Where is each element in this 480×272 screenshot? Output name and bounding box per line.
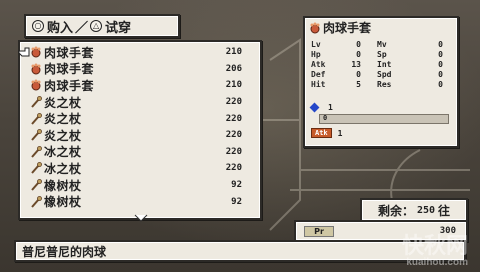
item-name: 肉球手套	[44, 62, 95, 77]
stat-k2: Sp	[377, 50, 387, 59]
item-name: 肉球手套	[44, 45, 95, 60]
item-price: 92	[231, 196, 242, 207]
watermark-main: 快秋网	[401, 233, 468, 258]
item-name: 炎之杖	[44, 128, 82, 143]
stat-v1: 5	[356, 80, 361, 89]
list-item[interactable]: 肉球手套 210	[20, 44, 256, 61]
status-item-name: 肉球手套	[323, 21, 372, 35]
stat-k2: Int	[377, 60, 392, 69]
item-price: 220	[225, 146, 242, 157]
atk-row: Atk 1	[311, 128, 342, 138]
experience-bar	[319, 114, 449, 124]
item-price: 220	[225, 97, 242, 108]
bar-value: 0	[323, 114, 328, 122]
gem-count: 1	[328, 103, 333, 112]
remaining-count: 250	[416, 204, 436, 216]
list-item[interactable]: 肉球手套 206	[20, 61, 256, 78]
staff-icon	[31, 179, 42, 191]
staff-icon	[31, 112, 42, 125]
remaining-label: 剩余：	[377, 203, 414, 218]
shop-mode-tab[interactable]: ○ 购入 ／ △ 试穿	[24, 14, 180, 38]
staff-icon	[31, 195, 42, 208]
item-price: 220	[225, 113, 242, 124]
stat-v2: 0	[438, 50, 443, 59]
stat-v1: 0	[356, 50, 361, 59]
list-item[interactable]: 冰之杖 220	[20, 144, 256, 161]
list-item[interactable]: 炎之杖 220	[20, 127, 256, 144]
watermark-sub: kuaihou.com	[406, 257, 468, 268]
item-price: 206	[225, 63, 242, 74]
item-name: 橡树杖	[44, 195, 82, 210]
stat-line: Def 0 Spd 0	[311, 70, 453, 80]
stat-v1: 0	[356, 70, 361, 79]
list-item[interactable]: 炎之杖 220	[20, 94, 256, 111]
stat-k1: Lv	[311, 40, 321, 49]
item-name: 冰之杖	[44, 145, 82, 160]
description-text: 普尼普尼的肉球	[22, 244, 107, 259]
item-name: 炎之杖	[44, 112, 82, 127]
list-item[interactable]: 冰之杖 220	[20, 160, 256, 177]
staff-icon	[31, 145, 42, 158]
list-item[interactable]: 炎之杖 220	[20, 110, 256, 127]
paw-glove-icon	[31, 63, 41, 75]
item-name: 肉球手套	[44, 78, 95, 93]
stat-line: Atk 13 Int 0	[311, 60, 453, 70]
triangle-button-icon: △	[90, 20, 103, 32]
circle-button-icon: ○	[32, 20, 44, 32]
stat-k1: Atk	[311, 60, 326, 69]
pr-badge: Pr	[304, 225, 334, 237]
item-list: 肉球手套 210 肉球手套 206 肉球手套 210 炎之杖 220 炎之杖 220 炎之杖 220 冰…	[18, 40, 262, 222]
remaining-unit: 往	[438, 203, 451, 218]
item-price: 220	[225, 163, 242, 174]
paw-glove-icon	[31, 79, 41, 91]
stat-line: Lv 0 Mv 0	[311, 40, 453, 50]
staff-icon	[31, 162, 42, 175]
scroll-down-arrow-icon[interactable]	[134, 214, 148, 222]
stat-v2: 0	[438, 40, 443, 49]
item-name: 冰之杖	[44, 161, 82, 176]
item-status-panel: 肉球手套 Lv 0 Mv 0 Hp 0 Sp 0 Atk 13 Int 0 Def 0 Spd 0 Hit 5 Re…	[303, 16, 459, 148]
stat-v1: 0	[356, 40, 361, 49]
stat-v2: 0	[438, 60, 443, 69]
stat-v1: 13	[351, 60, 361, 69]
status-title: 肉球手套	[309, 19, 371, 36]
paw-glove-icon	[31, 46, 41, 58]
stat-grid: Lv 0 Mv 0 Hp 0 Sp 0 Atk 13 Int 0 Def 0 Spd 0 Hit 5 Res 0	[311, 40, 453, 90]
stat-k2: Mv	[377, 40, 387, 49]
item-price: 210	[225, 80, 242, 91]
staff-icon	[31, 129, 42, 141]
stat-k1: Def	[311, 70, 326, 79]
staff-icon	[31, 96, 42, 108]
gem-icon	[309, 102, 320, 113]
stat-v2: 0	[438, 80, 443, 89]
item-price: 210	[225, 47, 242, 58]
stat-k1: Hp	[311, 50, 321, 59]
try-on-label[interactable]: 试穿	[105, 17, 131, 36]
list-item[interactable]: 橡树杖 92	[20, 177, 256, 194]
list-item[interactable]: 橡树杖 92	[20, 193, 256, 210]
separator: ／	[75, 20, 89, 36]
stat-v2: 0	[438, 70, 443, 79]
stat-k2: Res	[377, 80, 392, 89]
item-name: 橡树杖	[44, 178, 82, 193]
gem-row: 1	[309, 102, 333, 113]
paw-glove-icon	[310, 22, 320, 33]
watermark: 快秋网 kuaihou.com	[342, 234, 468, 270]
item-price: 220	[225, 130, 242, 141]
atk-value: 1	[337, 128, 343, 138]
atk-badge: Atk	[311, 128, 332, 138]
stat-line: Hit 5 Res 0	[311, 80, 453, 90]
stat-k2: Spd	[377, 70, 392, 79]
buy-label[interactable]: 购入	[47, 17, 73, 36]
stat-line: Hp 0 Sp 0	[311, 50, 453, 60]
item-price: 92	[231, 180, 242, 191]
list-item[interactable]: 肉球手套 210	[20, 77, 256, 94]
stat-k1: Hit	[311, 80, 326, 89]
remaining-panel: 剩余： 250 往	[360, 198, 468, 222]
item-name: 炎之杖	[44, 95, 82, 110]
